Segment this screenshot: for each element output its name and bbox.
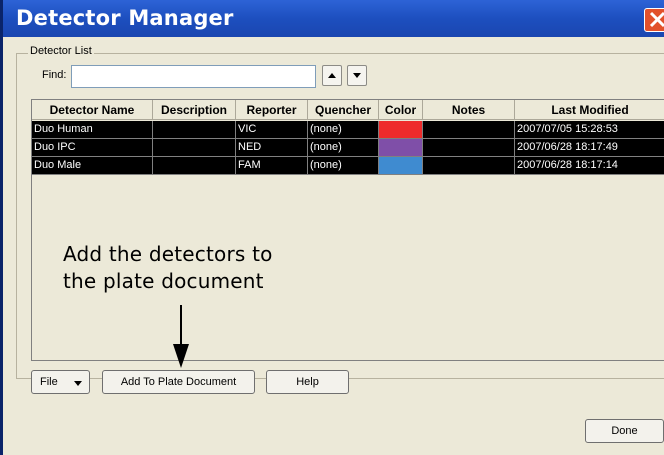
arrow-up-icon (328, 73, 336, 78)
cell-description (153, 139, 236, 157)
cell-color-swatch (379, 139, 423, 157)
cell-description (153, 121, 236, 139)
find-label: Find: (42, 69, 67, 81)
table-row[interactable]: Duo Male FAM (none) 2007/06/28 18:17:14 (32, 157, 664, 175)
cell-reporter: NED (236, 139, 308, 157)
triangle-down-icon (74, 381, 82, 386)
column-header-reporter[interactable]: Reporter (236, 100, 308, 120)
column-header-description[interactable]: Description (153, 100, 236, 120)
cell-reporter: VIC (236, 121, 308, 139)
help-button[interactable]: Help (266, 370, 349, 394)
cell-reporter: FAM (236, 157, 308, 175)
close-x-icon (649, 11, 664, 28)
column-header-color[interactable]: Color (379, 100, 423, 120)
cell-quencher: (none) (308, 121, 379, 139)
cell-description (153, 157, 236, 175)
cell-quencher: (none) (308, 157, 379, 175)
cell-last-modified: 2007/07/05 15:28:53 (515, 121, 664, 139)
table-row[interactable]: Duo IPC NED (none) 2007/06/28 18:17:49 (32, 139, 664, 157)
cell-notes (423, 121, 515, 139)
title-bar[interactable]: Detector Manager (3, 0, 664, 37)
column-header-last-modified[interactable]: Last Modified (515, 100, 664, 120)
annotation-line-2: the plate document (63, 269, 264, 293)
cell-last-modified: 2007/06/28 18:17:49 (515, 139, 664, 157)
file-menu-button[interactable]: File (31, 370, 90, 394)
detector-table[interactable]: Detector Name Description Reporter Quenc… (31, 99, 664, 361)
cell-quencher: (none) (308, 139, 379, 157)
add-to-plate-document-button[interactable]: Add To Plate Document (102, 370, 255, 394)
table-header-row: Detector Name Description Reporter Quenc… (32, 100, 664, 120)
cell-last-modified: 2007/06/28 18:17:14 (515, 157, 664, 175)
find-input[interactable] (71, 65, 316, 88)
cell-detector-name: Duo IPC (32, 139, 153, 157)
group-label: Detector List (28, 45, 94, 57)
column-header-detector-name[interactable]: Detector Name (32, 100, 153, 120)
file-button-label: File (40, 376, 58, 388)
find-up-button[interactable] (322, 65, 342, 86)
window-title: Detector Manager (16, 6, 234, 30)
done-button[interactable]: Done (585, 419, 664, 443)
column-header-quencher[interactable]: Quencher (308, 100, 379, 120)
cell-color-swatch (379, 121, 423, 139)
cell-detector-name: Duo Male (32, 157, 153, 175)
cell-color-swatch (379, 157, 423, 175)
table-row[interactable]: Duo Human VIC (none) 2007/07/05 15:28:53 (32, 121, 664, 139)
column-header-notes[interactable]: Notes (423, 100, 515, 120)
cell-detector-name: Duo Human (32, 121, 153, 139)
annotation-arrow-head-icon (173, 344, 189, 368)
cell-notes (423, 139, 515, 157)
annotation-line-1: Add the detectors to (63, 242, 273, 266)
cell-notes (423, 157, 515, 175)
find-down-button[interactable] (347, 65, 367, 86)
arrow-down-icon (353, 73, 361, 78)
close-button[interactable] (644, 8, 664, 32)
